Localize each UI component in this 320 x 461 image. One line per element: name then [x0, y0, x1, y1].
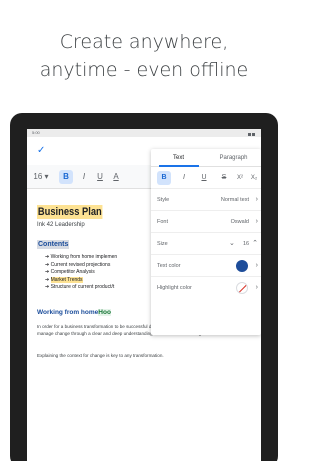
tab-paragraph[interactable]: Paragraph	[206, 149, 261, 167]
headline-line-1: Create anywhere,	[59, 31, 229, 53]
status-bar: 5:00	[27, 129, 261, 137]
contents-heading: Contents	[37, 240, 70, 249]
chevron-right-icon: ›	[255, 262, 258, 269]
size-value: 16	[243, 241, 250, 247]
size-row: Size ⌄ 16 ⌃	[151, 233, 261, 255]
font-label: Font	[157, 219, 169, 225]
list-item: ➔ Competitor Analysis	[45, 269, 95, 275]
text-color-label: Text color	[157, 263, 181, 269]
headline-line-2: anytime - even offline	[39, 59, 249, 81]
font-row[interactable]: Font Oswald ›	[151, 211, 261, 233]
section-heading: Working from homeHoo	[37, 309, 111, 316]
done-check-icon[interactable]: ✓	[37, 145, 45, 156]
chevron-right-icon: ›	[255, 196, 258, 203]
doc-subtitle: Ink 42 Leadership	[37, 222, 85, 228]
style-label: Style	[157, 197, 170, 203]
toolbar-italic-button[interactable]: I	[79, 170, 89, 184]
bold-button[interactable]: B	[157, 171, 171, 185]
toolbar-bold-button[interactable]: B	[59, 170, 73, 184]
paragraph-2: Explaining the context for change is key…	[37, 353, 164, 358]
doc-title: Business Plan	[37, 205, 103, 219]
style-row[interactable]: Style Normal text ›	[151, 189, 261, 211]
tablet-screen: 5:00 ✓ 16 ▾ B I U A Business Plan Ink 42…	[27, 129, 261, 461]
underline-button[interactable]: U	[197, 171, 211, 185]
list-item: ➔ Working from home implemen	[45, 254, 118, 260]
size-label: Size	[157, 241, 168, 247]
decrease-size-icon[interactable]: ⌄	[229, 233, 235, 255]
toolbar-text-color-button[interactable]: A	[111, 170, 121, 184]
superscript-button[interactable]: X²	[233, 171, 247, 185]
list-item: ➔ Market Trends	[45, 276, 83, 283]
promo-headline: Create anywhere, anytime - even offline	[0, 28, 288, 84]
increase-size-icon[interactable]: ⌃	[252, 233, 258, 255]
italic-button[interactable]: I	[177, 171, 191, 185]
toolbar-underline-button[interactable]: U	[95, 170, 105, 184]
format-tabs: Text Paragraph	[151, 149, 261, 167]
strikethrough-button[interactable]: S	[217, 171, 231, 185]
font-value: Oswald	[230, 219, 249, 225]
format-panel: Text Paragraph B I U S X² X₂ Style Norma…	[151, 149, 261, 335]
list-item: ➔ Structure of current product/t	[45, 284, 115, 290]
highlight-color-row[interactable]: Highlight color ›	[151, 277, 261, 299]
text-color-row[interactable]: Text color ›	[151, 255, 261, 277]
subscript-button[interactable]: X₂	[247, 171, 261, 185]
chevron-right-icon: ›	[255, 218, 258, 225]
highlight-label: Highlight color	[157, 285, 192, 291]
system-icons	[247, 131, 257, 136]
list-item: ➔ Current revised projections	[45, 261, 111, 268]
status-time: 5:00	[32, 130, 40, 135]
font-size-dropdown[interactable]: 16 ▾	[33, 170, 49, 184]
no-highlight-swatch	[236, 282, 248, 294]
text-style-buttons: B I U S X² X₂	[151, 167, 261, 189]
contents-list: ➔ Working from home implemen ➔ Current r…	[45, 254, 117, 292]
style-value: Normal text	[220, 197, 249, 203]
text-color-swatch	[236, 260, 248, 272]
chevron-right-icon: ›	[255, 284, 258, 291]
